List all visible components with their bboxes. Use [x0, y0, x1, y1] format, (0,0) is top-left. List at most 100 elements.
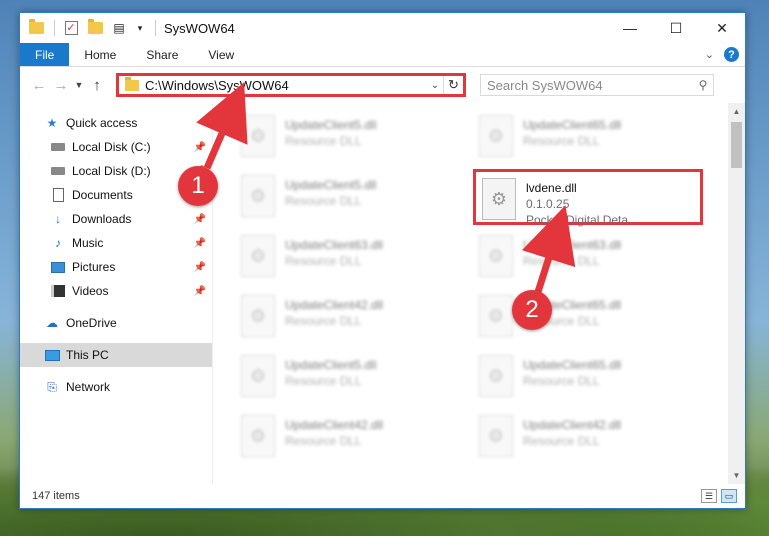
disk-icon — [50, 139, 66, 155]
view-toggle: ☰ ▭ — [701, 489, 745, 503]
file-item[interactable]: ⚙ UpdateClient65.dll Resource DLL — [473, 349, 703, 405]
network-icon: ⎘ — [47, 379, 57, 394]
properties-icon[interactable]: ✓ — [63, 20, 79, 36]
dll-file-icon: ⚙ — [479, 415, 513, 457]
download-icon: ↓ — [55, 212, 61, 226]
sidebar-item-pictures[interactable]: Pictures 📌 — [20, 255, 212, 279]
file-item[interactable]: ⚙ UpdateClient65.dll Resource DLL — [473, 109, 703, 165]
file-description: Resource DLL — [285, 434, 362, 448]
pin-icon[interactable]: 📌 — [194, 262, 206, 273]
chevron-down-icon[interactable]: ⌄ — [427, 80, 443, 91]
file-item[interactable]: ⚙ UpdateClient63.dll Resource DLL — [473, 229, 703, 285]
folder-icon[interactable] — [28, 19, 44, 36]
file-item[interactable]: ⚙ UpdateClient63.dll Resource DLL — [235, 229, 465, 285]
ribbon-right: ⌄ ? — [705, 43, 745, 66]
file-item[interactable]: ⚙ UpdateClient5.dll Resource DLL — [235, 109, 465, 165]
sidebar-item-label: Pictures — [72, 260, 116, 274]
file-item[interactable]: ⚙ UpdateClient42.dll Resource DLL — [235, 409, 465, 465]
sidebar-item-videos[interactable]: Videos 📌 — [20, 279, 212, 303]
content-area: ★ Quick access Local Disk (C:) 📌 Local D… — [20, 103, 745, 484]
folder-icon — [125, 76, 139, 91]
file-description: Resource DLL — [523, 434, 600, 448]
sidebar-item-quick-access[interactable]: ★ Quick access — [20, 111, 212, 135]
search-icon[interactable]: ⚲ — [693, 78, 713, 92]
back-arrow-icon[interactable]: ← — [28, 77, 50, 94]
sidebar-item-label: Music — [72, 236, 104, 250]
new-folder-icon[interactable] — [87, 19, 103, 36]
recent-locations-icon[interactable]: ▼ — [72, 80, 86, 90]
file-name: UpdateClient63.dll — [523, 238, 622, 252]
file-name: UpdateClient5.dll — [285, 118, 377, 132]
file-item[interactable]: ⚙ UpdateClient5.dll Resource DLL — [235, 169, 465, 225]
dll-file-icon: ⚙ — [241, 355, 275, 397]
address-bar[interactable]: C:\Windows\SysWOW64 ⌄ ↻ — [116, 73, 466, 97]
expand-ribbon-icon[interactable]: ⌄ — [705, 48, 714, 61]
minimize-button[interactable]: — — [607, 13, 653, 43]
file-name: UpdateClient42.dll — [523, 418, 622, 432]
file-name: UpdateClient63.dll — [285, 238, 384, 252]
computer-icon — [44, 347, 60, 363]
file-item[interactable]: ⚙ UpdateClient42.dll Resource DLL — [235, 289, 465, 345]
music-icon: ♪ — [55, 236, 61, 250]
file-name: UpdateClient65.dll — [523, 358, 622, 372]
pin-icon[interactable]: 📌 — [194, 286, 206, 297]
details-view-icon[interactable]: ☰ — [701, 489, 717, 503]
maximize-button[interactable]: ☐ — [653, 13, 699, 43]
tab-share[interactable]: Share — [131, 43, 193, 66]
file-name: UpdateClient65.dll — [523, 118, 622, 132]
sidebar-item-label: Local Disk (D:) — [72, 164, 151, 178]
star-icon: ★ — [46, 116, 58, 130]
file-name: UpdateClient5.dll — [285, 178, 377, 192]
sidebar-item-this-pc[interactable]: This PC — [20, 343, 212, 367]
item-count: 147 items — [32, 490, 80, 502]
dll-file-icon: ⚙ — [479, 235, 513, 277]
tab-home[interactable]: Home — [69, 43, 131, 66]
file-version: 0.1.0.25 — [526, 197, 570, 211]
close-button[interactable]: ✕ — [699, 13, 745, 43]
search-input[interactable] — [487, 77, 693, 93]
sidebar-item-label: Documents — [72, 188, 133, 202]
navigation-pane: ★ Quick access Local Disk (C:) 📌 Local D… — [20, 103, 213, 484]
sidebar-item-local-disk-c[interactable]: Local Disk (C:) 📌 — [20, 135, 212, 159]
document-icon — [50, 187, 66, 203]
divider — [54, 20, 55, 36]
file-name: UpdateClient42.dll — [285, 418, 384, 432]
address-path[interactable]: C:\Windows\SysWOW64 — [145, 78, 427, 93]
large-icons-view-icon[interactable]: ▭ — [721, 489, 737, 503]
scroll-up-icon[interactable]: ▲ — [728, 103, 745, 120]
tab-file[interactable]: File — [20, 43, 70, 66]
file-item[interactable]: ⚙ UpdateClient65.dll Resource DLL — [473, 289, 703, 345]
dll-file-icon: ⚙ — [241, 235, 275, 277]
file-description: Resource DLL — [523, 254, 600, 268]
refresh-icon[interactable]: ↻ — [443, 76, 463, 94]
step-1-badge: 1 — [178, 166, 218, 206]
sidebar-item-downloads[interactable]: ↓ Downloads 📌 — [20, 207, 212, 231]
sidebar-item-music[interactable]: ♪ Music 📌 — [20, 231, 212, 255]
file-description: Resource DLL — [285, 374, 362, 388]
scroll-thumb[interactable] — [731, 122, 742, 168]
dll-file-icon: ⚙ — [479, 355, 513, 397]
search-box[interactable]: ⚲ — [480, 74, 714, 96]
sidebar-item-network[interactable]: ⎘ Network — [20, 375, 212, 399]
sidebar-item-onedrive[interactable]: ☁ OneDrive — [20, 311, 212, 335]
dll-file-icon: ⚙ — [241, 415, 275, 457]
chevron-down-icon[interactable]: ▾ — [135, 20, 145, 36]
pin-icon[interactable]: 📌 — [194, 142, 206, 153]
scroll-down-icon[interactable]: ▼ — [728, 467, 745, 484]
file-explorer-window: ✓ ▤ ▾ SysWOW64 — ☐ ✕ File Home Share Vie… — [19, 12, 746, 509]
disk-icon — [50, 163, 66, 179]
up-arrow-icon[interactable]: ↑ — [86, 77, 108, 94]
vertical-scrollbar[interactable]: ▲ ▼ — [728, 103, 745, 484]
window-title: SysWOW64 — [164, 20, 235, 36]
videos-icon — [50, 283, 66, 299]
pin-icon[interactable]: 📌 — [194, 238, 206, 249]
help-icon[interactable]: ? — [724, 47, 739, 62]
forward-arrow-icon[interactable]: → — [50, 77, 72, 94]
address-row: ← → ▼ ↑ C:\Windows\SysWOW64 ⌄ ↻ ⚲ — [20, 67, 745, 103]
file-item[interactable]: ⚙ UpdateClient5.dll Resource DLL — [235, 349, 465, 405]
file-item[interactable]: ⚙ UpdateClient42.dll Resource DLL — [473, 409, 703, 465]
file-item-lvdene[interactable]: ⚙ lvdene.dll 0.1.0.25 Pocket Digital Det… — [473, 169, 703, 227]
tab-view[interactable]: View — [193, 43, 249, 66]
customize-toolbar-icon[interactable]: ▤ — [111, 20, 127, 36]
pin-icon[interactable]: 📌 — [194, 214, 206, 225]
